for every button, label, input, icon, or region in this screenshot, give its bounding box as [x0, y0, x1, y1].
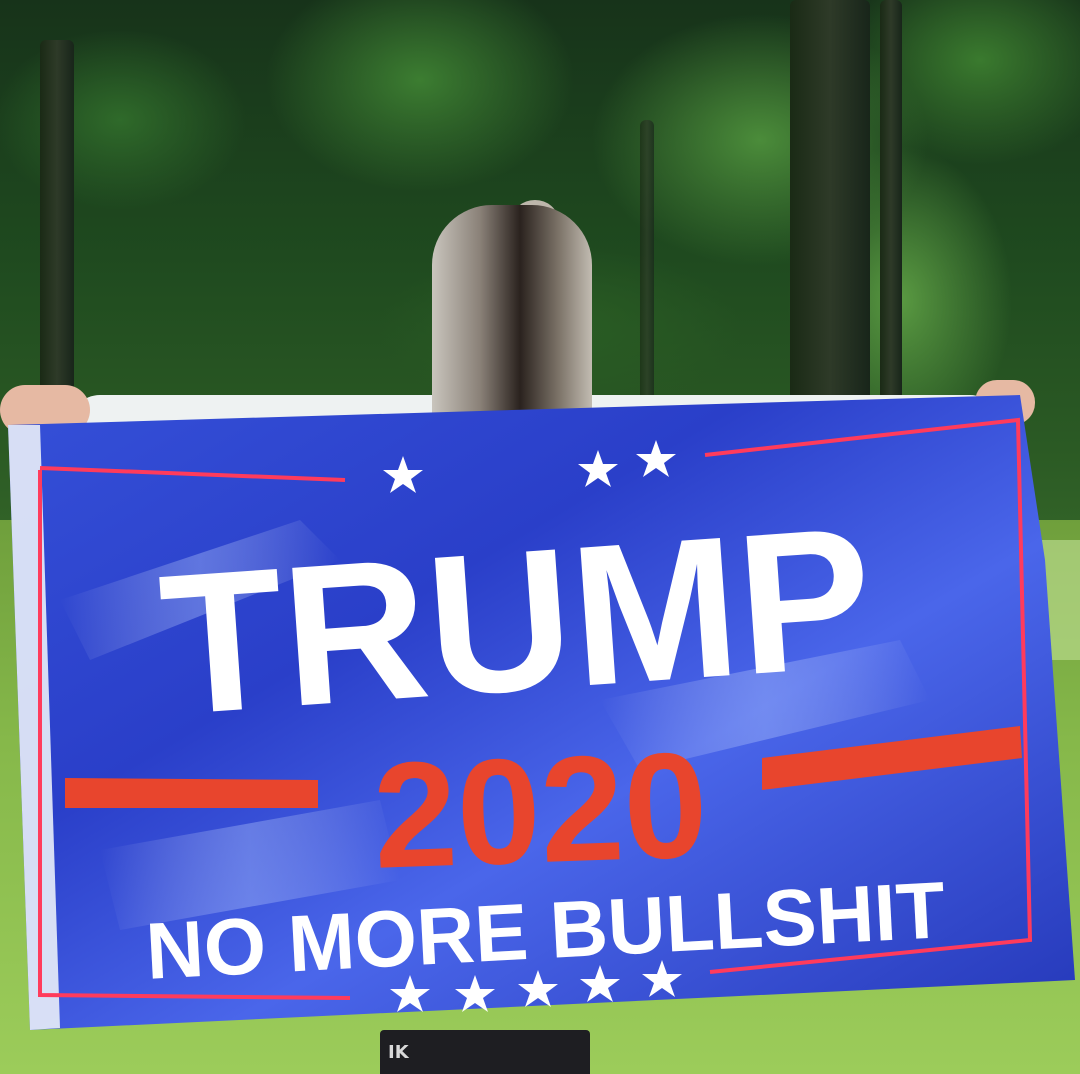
- dark-pants: IK: [380, 1030, 590, 1074]
- red-bar-left: [65, 778, 318, 808]
- campaign-flag: TRUMP 2020 NO MORE BULLSHIT: [8, 395, 1075, 1030]
- flag-year: 2020: [371, 720, 710, 900]
- pants-print-text: IK: [388, 1042, 409, 1063]
- photo-scene: TRUMP 2020 NO MORE BULLSHIT IK: [0, 0, 1080, 1074]
